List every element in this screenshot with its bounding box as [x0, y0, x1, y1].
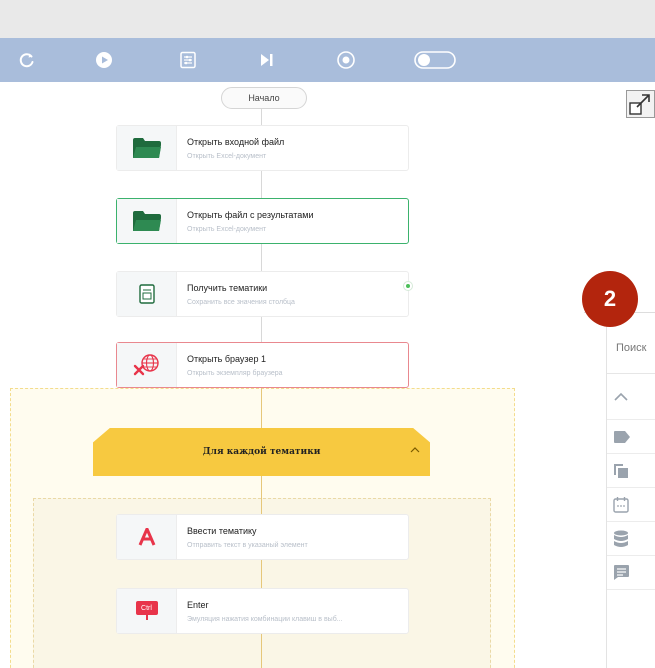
node-open-browser[interactable]: Открыть браузер 1 Открыть экземпляр брау…: [116, 342, 409, 388]
breakpoint-dot[interactable]: [404, 282, 412, 290]
node-subtitle: Эмуляция нажатия комбинации клавиш в выб…: [187, 615, 343, 623]
node-icon-box: [117, 126, 177, 170]
loop-header[interactable]: Для каждой тематики: [93, 428, 430, 476]
node-text: Открыть файл с результатами Открыть Exce…: [177, 210, 313, 233]
node-open-input-file[interactable]: Открыть входной файл Открыть Excel-докум…: [116, 125, 409, 171]
refresh-icon[interactable]: [15, 48, 39, 72]
ctrl-key-icon: Ctrl: [135, 601, 158, 621]
debug-toggle[interactable]: [414, 48, 456, 72]
node-text: Enter Эмуляция нажатия комбинации клавиш…: [177, 600, 343, 623]
step-forward-icon[interactable]: [254, 48, 278, 72]
database-icon: [614, 530, 628, 547]
node-text: Получить тематики Сохранить все значения…: [177, 283, 295, 306]
node-enter-topic[interactable]: Ввести тематику Отправить текст в указан…: [116, 514, 409, 560]
node-title: Открыть входной файл: [187, 136, 285, 147]
node-subtitle: Открыть Excel-документ: [187, 152, 267, 160]
node-title: Enter: [187, 599, 209, 610]
node-enter-key[interactable]: Ctrl Enter Эмуляция нажатия комбинации к…: [116, 588, 409, 634]
node-title: Ввести тематику: [187, 525, 257, 536]
connector-line: [261, 476, 262, 514]
settings-panel-icon[interactable]: [176, 48, 200, 72]
ctrl-key-stem: [145, 615, 148, 620]
node-icon-box: [117, 199, 177, 243]
node-title: Открыть браузер 1: [187, 353, 266, 364]
browser-globe-icon: [133, 354, 159, 376]
connector-line: [261, 634, 262, 668]
copy-icon: [614, 463, 628, 478]
title-bar: [0, 0, 655, 38]
text-input-icon: [138, 528, 155, 546]
start-node[interactable]: Начало: [221, 87, 307, 109]
step-number-badge: 2: [582, 271, 638, 327]
node-get-topics[interactable]: Получить тематики Сохранить все значения…: [116, 271, 409, 317]
stop-icon[interactable]: [334, 48, 358, 72]
folder-icon: [132, 211, 161, 231]
connector-line: [261, 560, 262, 588]
loop-title: Для каждой тематики: [202, 447, 321, 457]
connector-line: [261, 244, 262, 271]
connector-line: [261, 109, 262, 125]
node-icon-box: [117, 515, 177, 559]
node-text: Открыть браузер 1 Открыть экземпляр брау…: [177, 354, 283, 377]
folder-icon: [132, 138, 161, 158]
collapse-row[interactable]: [607, 374, 655, 420]
node-subtitle: Открыть Excel-документ: [187, 225, 267, 233]
expand-icon[interactable]: [626, 90, 655, 118]
node-open-results-file[interactable]: Открыть файл с результатами Открыть Exce…: [116, 198, 409, 244]
node-title: Открыть файл с результатами: [187, 209, 314, 220]
connector-line: [261, 317, 262, 342]
node-text: Ввести тематику Отправить текст в указан…: [177, 526, 308, 549]
excel-column-icon: [138, 284, 155, 304]
play-icon[interactable]: [92, 48, 116, 72]
node-icon-box: [117, 272, 177, 316]
node-title: Получить тематики: [187, 282, 268, 293]
chevron-up-icon[interactable]: [410, 446, 420, 454]
node-subtitle: Открыть экземпляр браузера: [187, 369, 283, 377]
connector-line: [261, 388, 262, 428]
calendar-icon: [613, 497, 629, 513]
toolbar: [0, 38, 655, 82]
chevron-up-icon: [614, 392, 628, 401]
database-category[interactable]: [607, 522, 655, 556]
node-icon-box: Ctrl: [117, 589, 177, 633]
copy-category[interactable]: [607, 454, 655, 488]
calendar-category[interactable]: [607, 488, 655, 522]
workflow-editor: Начало Открыть входной файл Открыть Exce…: [0, 0, 655, 668]
node-subtitle: Сохранить все значения столбца: [187, 298, 295, 306]
message-category[interactable]: [607, 556, 655, 590]
node-icon-box: [117, 343, 177, 387]
chat-icon: [614, 565, 629, 580]
search-input[interactable]: Поиск: [607, 322, 655, 374]
tag-category[interactable]: [607, 420, 655, 454]
node-text: Открыть входной файл Открыть Excel-докум…: [177, 137, 284, 160]
node-subtitle: Отправить текст в указаный элемент: [187, 541, 308, 549]
connector-line: [261, 171, 262, 198]
tag-icon: [614, 430, 630, 443]
ctrl-key-label: Ctrl: [135, 601, 158, 615]
actions-panel: Поиск: [606, 322, 655, 668]
